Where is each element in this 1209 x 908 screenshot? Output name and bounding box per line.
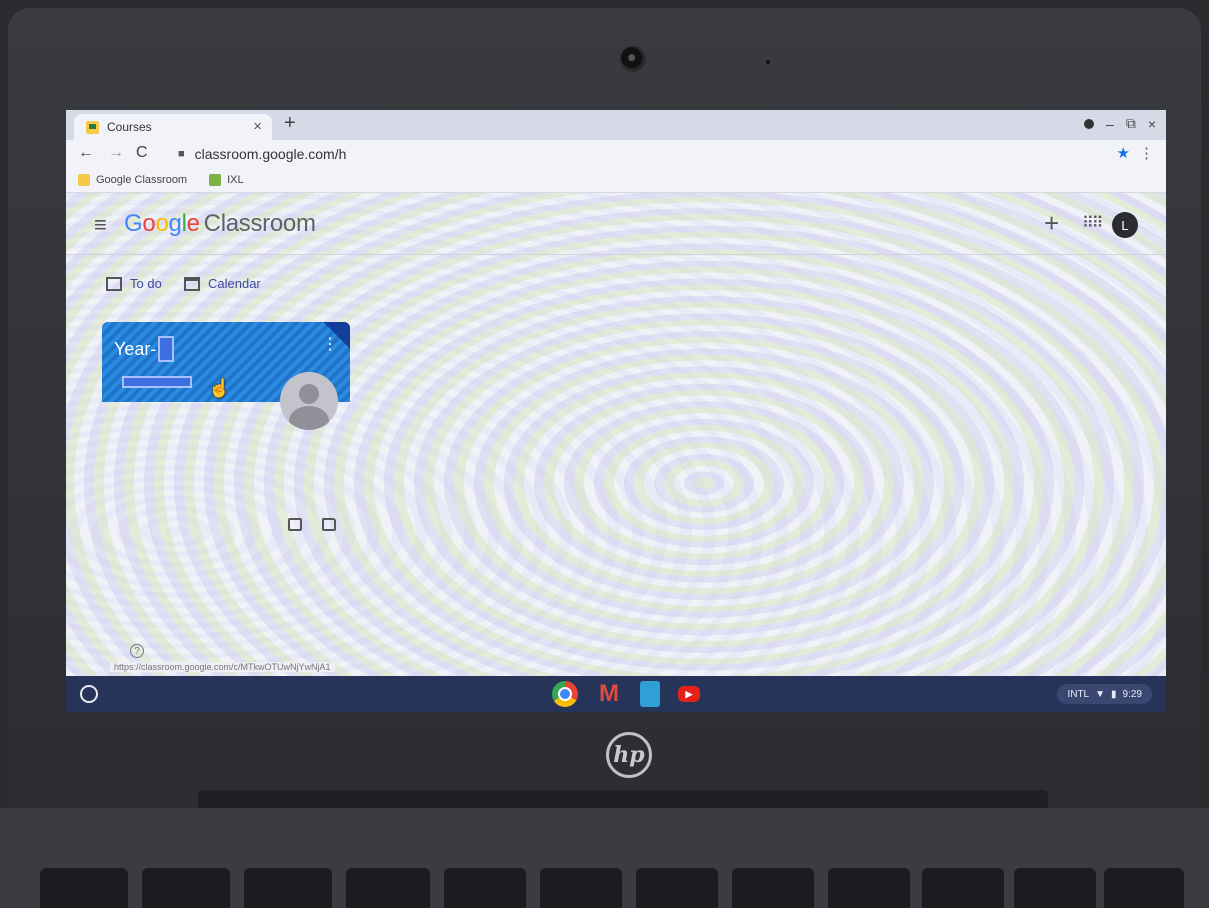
- key-power: [1104, 868, 1184, 908]
- key-brightness-up: [732, 868, 814, 908]
- webcam: [620, 46, 646, 72]
- new-tab-button[interactable]: +: [284, 112, 296, 135]
- key-overview: [540, 868, 622, 908]
- logo-letter: g: [168, 210, 182, 237]
- laptop-bezel: hp Courses × + – ⧉ × ← → C ■ classroom.g…: [8, 8, 1201, 818]
- classroom-header: ≡ Google Classroom + ⠿⠿ L: [66, 194, 1166, 255]
- classroom-icon: [86, 120, 99, 134]
- course-title[interactable]: Year-: [114, 336, 175, 362]
- course-title-text: Year-: [114, 338, 157, 359]
- main-menu-icon[interactable]: ≡: [94, 212, 107, 238]
- ixl-icon: [209, 174, 222, 186]
- key-mute: [828, 868, 910, 908]
- hp-logo-text: hp: [613, 742, 645, 768]
- chromeos-shelf: M ▶ INTL ▼ ▮ 9:29: [66, 676, 1166, 712]
- tab-courses[interactable]: Courses ×: [74, 114, 272, 140]
- system-tray[interactable]: INTL ▼ ▮ 9:29: [1057, 684, 1152, 704]
- docs-icon[interactable]: [640, 681, 660, 707]
- calendar-link[interactable]: Calendar: [184, 276, 261, 291]
- gmail-icon[interactable]: M: [596, 680, 622, 707]
- logo-letter: G: [124, 210, 143, 237]
- screen: Courses × + – ⧉ × ← → C ■ classroom.goog…: [66, 110, 1166, 712]
- restore-button[interactable]: ⧉: [1126, 115, 1136, 132]
- bookmark-label: Google Classroom: [96, 174, 188, 186]
- course-options-icon[interactable]: ⋮: [322, 334, 338, 354]
- course-card-actions: [288, 518, 336, 531]
- avatar-head: [299, 384, 319, 404]
- redacted-box: [158, 336, 175, 362]
- address-bar: ← → C ■ classroom.google.com/h ★ ⋮: [66, 140, 1166, 168]
- key-refresh: [346, 868, 430, 908]
- tab-title: Courses: [107, 120, 152, 134]
- tab-strip: Courses × + – ⧉ ×: [66, 110, 1166, 140]
- bookmark-google-classroom[interactable]: Google Classroom: [78, 174, 187, 186]
- folder-icon[interactable]: [322, 518, 336, 531]
- microphone: [766, 60, 770, 64]
- classroom-icon: [78, 174, 90, 186]
- help-icon[interactable]: ?: [130, 644, 144, 658]
- close-tab-icon[interactable]: ×: [253, 118, 262, 135]
- launcher-icon[interactable]: [80, 685, 98, 703]
- shelf-apps: M ▶: [552, 680, 700, 707]
- window-controls: – ⧉ ×: [1084, 115, 1156, 132]
- minimize-button[interactable]: –: [1106, 116, 1114, 132]
- todo-link[interactable]: To do: [106, 276, 162, 291]
- calendar-label: Calendar: [208, 276, 261, 291]
- browser-menu-icon[interactable]: ⋮: [1139, 144, 1154, 162]
- status-url: https://classroom.google.com/c/MTkwOTUwN…: [110, 662, 335, 672]
- create-join-button[interactable]: +: [1044, 208, 1059, 239]
- wifi-icon: ▼: [1095, 688, 1106, 700]
- profile-dot-icon[interactable]: [1084, 118, 1095, 129]
- logo-letter: o: [142, 210, 156, 237]
- bookmark-ixl[interactable]: IXL: [209, 174, 244, 186]
- forward-arrow-icon[interactable]: →: [108, 144, 124, 162]
- key-brightness-down: [636, 868, 718, 908]
- avatar-body: [289, 406, 329, 430]
- todo-icon: [106, 276, 122, 291]
- todo-label: To do: [130, 276, 162, 291]
- hand-cursor-icon: ☝: [208, 378, 231, 398]
- bookmark-label: IXL: [227, 174, 244, 186]
- close-window-button[interactable]: ×: [1148, 116, 1156, 132]
- bookmarks-bar: Google Classroom IXL: [66, 168, 1166, 193]
- key-esc: [40, 868, 128, 908]
- logo-letter: e: [186, 210, 200, 237]
- clock: 9:29: [1122, 688, 1142, 700]
- key-volume-down: [922, 868, 1004, 908]
- calendar-icon: [184, 276, 200, 291]
- logo-product: Classroom: [203, 210, 316, 237]
- bookmark-star-icon[interactable]: ★: [1117, 144, 1130, 162]
- battery-icon: ▮: [1111, 688, 1117, 700]
- key-fullscreen: [444, 868, 526, 908]
- key-forward: [244, 868, 332, 908]
- chrome-icon[interactable]: [552, 681, 578, 707]
- ime-indicator: INTL: [1067, 688, 1090, 700]
- logo-letter: o: [155, 210, 169, 237]
- reload-icon[interactable]: C: [136, 144, 148, 162]
- google-classroom-logo[interactable]: Google Classroom: [124, 210, 316, 238]
- key-volume-up: [1014, 868, 1096, 908]
- hp-logo: hp: [606, 732, 652, 778]
- url-text: classroom.google.com/h: [194, 146, 347, 162]
- youtube-icon[interactable]: ▶: [678, 686, 700, 702]
- url-input[interactable]: ■ classroom.google.com/h: [178, 143, 1118, 165]
- account-avatar[interactable]: L: [1112, 212, 1138, 238]
- key-back: [142, 868, 230, 908]
- teacher-avatar: [280, 372, 338, 430]
- google-apps-icon[interactable]: ⠿⠿: [1082, 213, 1103, 233]
- lock-icon: ■: [178, 148, 185, 160]
- back-arrow-icon[interactable]: ←: [78, 144, 94, 162]
- student-work-icon[interactable]: [288, 518, 302, 531]
- redacted-section: [122, 376, 192, 388]
